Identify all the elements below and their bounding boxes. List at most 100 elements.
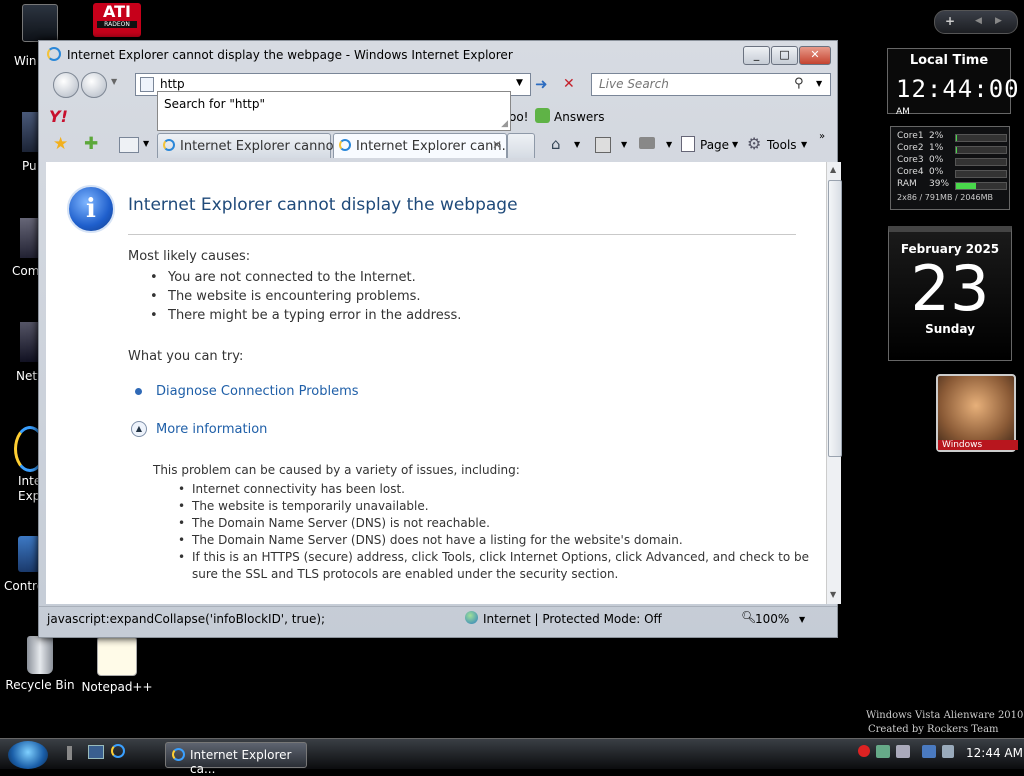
page-menu[interactable]: Page [700,138,729,152]
next-gadget-icon[interactable]: ▶ [995,16,1002,26]
add-favorites-icon[interactable]: ✚ [84,134,98,154]
maximize-button[interactable]: □ [771,46,798,65]
search-icon[interactable]: ⚲ [794,76,804,91]
window-title: Internet Explorer cannot display the web… [67,48,513,62]
quick-tabs-icon[interactable] [119,137,139,153]
computer-icon[interactable] [20,218,40,258]
calendar-day: 23 [910,252,990,325]
taskbar-ie-button[interactable]: Internet Explorer ca... [165,742,307,776]
tab-active[interactable]: Internet Explorer cann... ✕ [333,133,514,158]
recycle-bin-icon[interactable]: Recycle Bin [0,636,80,692]
cpu-bar [955,134,1007,142]
calendar-gadget[interactable]: February 2025 23 Sunday [888,226,1012,361]
print-chevron-icon[interactable]: ▼ [666,140,672,149]
previous-gadget-icon[interactable]: ◀ [975,16,982,26]
vertical-scrollbar[interactable]: ▲ ▼ [826,162,842,604]
taskbar-clock[interactable]: 12:44 AM [966,746,1023,760]
network-error-icon[interactable] [858,745,870,757]
cpu-row: Core2 1% [891,143,1009,155]
page-chevron-icon[interactable]: ▼ [732,140,738,149]
page-menu-icon[interactable] [681,136,695,152]
cpu-meter-gadget[interactable]: Core1 2% Core2 1% Core3 0% Core4 0% RAM 39% 2… [890,126,1010,210]
error-heading: Internet Explorer cannot display the web… [128,195,518,215]
quick-launch-ie-icon[interactable] [111,744,125,758]
zoom-chevron-icon[interactable]: ▼ [799,615,805,624]
address-input[interactable] [158,76,512,92]
cpu-bar [955,158,1007,166]
home-icon[interactable]: ⌂ [551,135,561,153]
feeds-chevron-icon[interactable]: ▼ [621,140,627,149]
tools-menu[interactable]: Tools [767,138,797,152]
sidebar-navigation: + ◀ ▶ [934,10,1018,34]
local-time-gadget[interactable]: Local Time 12:44:00 AM [887,48,1019,117]
minimize-button[interactable]: _ [743,46,770,65]
quick-launch-pen-icon[interactable] [67,746,72,760]
zoom-level[interactable]: 100% [755,612,789,626]
try-title: What you can try: [128,349,244,364]
forward-button[interactable] [81,72,107,98]
local-time-ampm: AM [896,107,910,117]
autocomplete-suggestion[interactable]: Search for "http" [164,97,265,111]
address-dropdown-icon[interactable]: ▼ [516,78,523,88]
cpu-row: Core1 2% [891,131,1009,143]
tray-speaker-icon[interactable] [942,745,954,758]
notepad-glyph [97,636,137,676]
answers-link[interactable]: Answers [554,110,604,124]
desktop-label-partial: Com [12,264,40,278]
scroll-down-icon[interactable]: ▼ [830,590,836,599]
back-button[interactable] [53,72,79,98]
live-search-input[interactable] [597,76,781,92]
ati-radeon-logo[interactable]: ATI RADEON [93,3,141,37]
tab-inactive[interactable]: Internet Explorer cannot d... [157,133,363,158]
notepad-plus-plus-icon[interactable]: Notepad++ [77,636,157,694]
resize-grip-icon[interactable]: ◢ [501,119,508,129]
print-icon[interactable] [639,137,655,149]
tab-list-chevron-icon[interactable]: ▼ [143,139,149,148]
tools-chevron-icon[interactable]: ▼ [801,140,807,149]
close-button[interactable]: ✕ [799,46,831,65]
slideshow-gadget[interactable]: Windows [936,374,1018,452]
more-information-link[interactable]: More information [156,422,267,437]
recent-pages-chevron-icon[interactable]: ▼ [111,77,117,86]
title-bar[interactable]: Internet Explorer cannot display the web… [39,41,837,67]
show-desktop-icon[interactable] [88,745,104,759]
stop-icon[interactable]: ✕ [563,76,575,92]
cpu-row-label: Core3 [897,155,924,165]
go-arrow-icon[interactable]: ➜ [535,75,548,93]
scroll-up-icon[interactable]: ▲ [830,165,836,174]
page-icon [140,77,154,92]
cpu-row-label: Core1 [897,131,924,141]
cpu-row-value: 1% [929,143,944,153]
control-panel-icon[interactable] [18,536,40,572]
collapse-arrow-icon[interactable]: ▲ [131,421,147,437]
detail-item: The Domain Name Server (DNS) does not ha… [178,533,683,547]
feeds-icon[interactable] [595,137,611,153]
start-button[interactable] [8,741,48,769]
cpu-footer: 2x86 / 791MB / 2046MB [897,193,993,202]
desktop-label-partial: Win [14,54,37,68]
add-gadget-icon[interactable]: + [945,14,955,28]
live-search-box[interactable]: ⚲ ▼ [591,73,831,96]
network-icon[interactable] [20,322,40,362]
close-tab-icon[interactable]: ✕ [492,138,502,152]
favorites-star-icon[interactable]: ★ [53,134,68,154]
tray-network-icon[interactable] [876,745,890,758]
diagnose-connection-link[interactable]: Diagnose Connection Problems [156,384,359,399]
yahoo-partial-label[interactable]: oo! [509,110,529,124]
tab-bar: ★ ✚ ▼ Internet Explorer cannot d... Inte… [39,131,837,159]
scroll-thumb[interactable] [828,180,842,457]
status-text: javascript:expandCollapse('infoBlockID',… [47,612,326,626]
home-chevron-icon[interactable]: ▼ [574,140,580,149]
search-options-chevron-icon[interactable]: ▼ [816,79,822,88]
toolbar-overflow-icon[interactable]: » [819,131,825,142]
tools-gear-icon[interactable]: ⚙ [747,134,761,153]
tray-computers-icon[interactable] [922,745,936,758]
tray-volume-muted-icon[interactable] [896,745,910,758]
cpu-row: Core4 0% [891,167,1009,179]
yahoo-logo-icon[interactable]: Y! [49,107,68,126]
cpu-row-label: Core2 [897,143,924,153]
computer-icon[interactable] [22,4,58,42]
detail-item: If this is an HTTPS (secure) address, cl… [178,550,809,564]
security-zone[interactable]: Internet | Protected Mode: Off [483,612,662,626]
new-tab-button[interactable] [507,133,535,158]
